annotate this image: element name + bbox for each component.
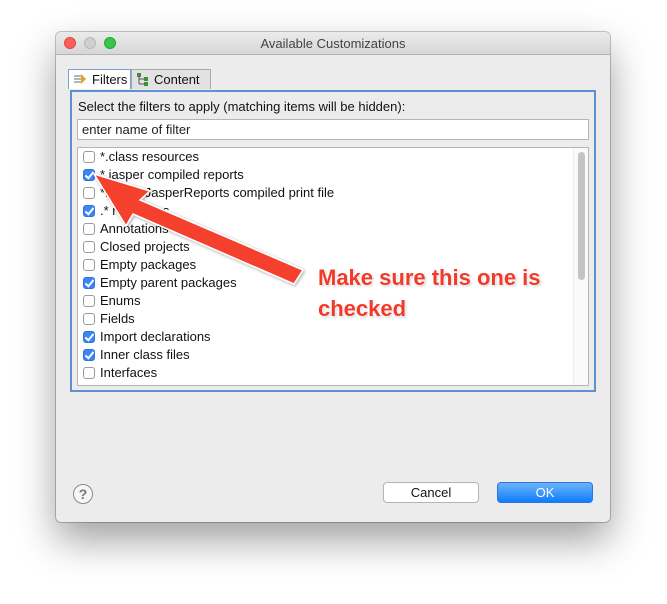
annotation-line-1: Make sure this one is xyxy=(318,265,541,290)
filter-checkbox[interactable] xyxy=(83,349,95,361)
filter-row[interactable]: Interfaces xyxy=(78,364,574,382)
filter-checkbox[interactable] xyxy=(83,223,95,235)
filter-label: Fields xyxy=(100,311,135,326)
filter-row[interactable]: *.class resources xyxy=(78,148,574,166)
filter-label: Java files xyxy=(100,383,154,385)
filter-label: Empty parent packages xyxy=(100,275,237,290)
tab-content[interactable]: Content xyxy=(131,69,211,89)
filter-label: Empty packages xyxy=(100,257,197,272)
window-title: Available Customizations xyxy=(260,36,406,51)
filter-row[interactable]: Java files xyxy=(78,382,574,386)
tab-content-label: Content xyxy=(154,72,200,87)
tab-filters-label: Filters xyxy=(92,72,128,87)
filter-label: Closed projects xyxy=(100,239,190,254)
filter-checkbox[interactable] xyxy=(83,367,95,379)
filter-checkbox[interactable] xyxy=(83,313,95,325)
annotation-callout: Make sure this one is checked xyxy=(318,262,598,324)
filter-checkbox[interactable] xyxy=(83,187,95,199)
filters-panel: Select the filters to apply (matching it… xyxy=(70,90,596,392)
filter-label: *.jrprint JasperReports compiled print f… xyxy=(100,185,335,200)
filter-checkbox[interactable] xyxy=(83,331,95,343)
filter-row[interactable]: Annotations xyxy=(78,220,574,238)
filter-label: Enums xyxy=(100,293,141,308)
filter-row[interactable]: Inner class files xyxy=(78,346,574,364)
tab-filters[interactable]: Filters xyxy=(68,69,131,89)
title-bar[interactable]: Available Customizations xyxy=(56,32,610,55)
filter-checkbox[interactable] xyxy=(83,205,95,217)
filter-label: Inner class files xyxy=(100,347,190,362)
filter-label: Import declarations xyxy=(100,329,211,344)
help-button[interactable]: ? xyxy=(73,484,93,504)
filter-row[interactable]: *.jasper compiled reports xyxy=(78,166,574,184)
ok-button[interactable]: OK xyxy=(497,482,593,503)
instructions-label: Select the filters to apply (matching it… xyxy=(78,99,406,114)
annotation-line-2: checked xyxy=(318,296,407,321)
filter-name-input[interactable] xyxy=(77,119,589,140)
filter-icon xyxy=(74,74,86,84)
filter-row[interactable]: Import declarations xyxy=(78,328,574,346)
filter-label: Annotations xyxy=(100,221,169,236)
cancel-button[interactable]: Cancel xyxy=(383,482,479,503)
filter-row[interactable]: .* resources xyxy=(78,202,574,220)
filter-checkbox[interactable] xyxy=(83,385,95,386)
scrollbar-thumb[interactable] xyxy=(578,152,585,280)
filter-label: *.jasper compiled reports xyxy=(100,167,244,182)
filter-checkbox[interactable] xyxy=(83,259,95,271)
filter-checkbox[interactable] xyxy=(83,241,95,253)
filter-checkbox[interactable] xyxy=(83,295,95,307)
filter-row[interactable]: Closed projects xyxy=(78,238,574,256)
filter-row[interactable]: *.jrprint JasperReports compiled print f… xyxy=(78,184,574,202)
filter-checkbox[interactable] xyxy=(83,151,95,163)
tree-icon xyxy=(137,73,148,86)
filter-label: .* resources xyxy=(100,203,170,218)
filter-label: *.class resources xyxy=(100,149,199,164)
filter-checkbox[interactable] xyxy=(83,169,95,181)
filter-checkbox[interactable] xyxy=(83,277,95,289)
filter-label: Interfaces xyxy=(100,365,158,380)
